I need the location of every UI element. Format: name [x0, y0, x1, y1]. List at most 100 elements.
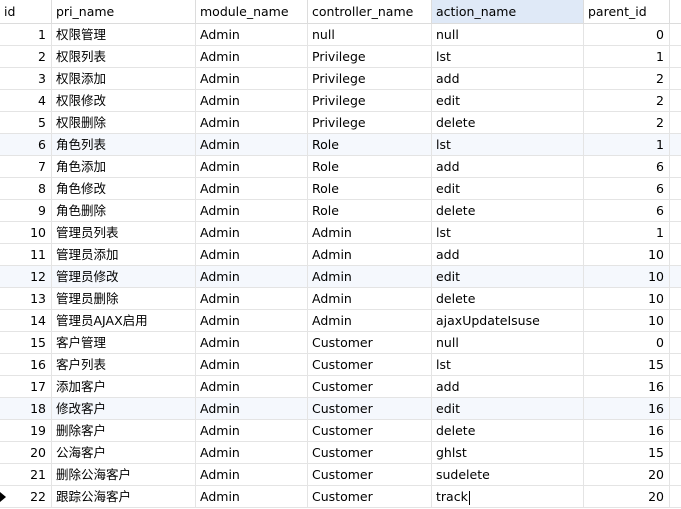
cell-edit-text[interactable]: track — [436, 489, 468, 504]
column-header-action-name[interactable]: action_name — [432, 0, 584, 23]
cell-parent-id[interactable]: 10 — [584, 288, 670, 309]
cell-parent-id[interactable]: 16 — [584, 376, 670, 397]
cell-action-name[interactable]: edit — [432, 90, 584, 111]
cell-action-name[interactable]: delete — [432, 288, 584, 309]
cell-pri-name[interactable]: 角色修改 — [52, 178, 196, 199]
cell-pri-name[interactable]: 权限添加 — [52, 68, 196, 89]
cell-module-name[interactable]: Admin — [196, 24, 308, 45]
cell-pri-name[interactable]: 管理员AJAX启用 — [52, 310, 196, 331]
cell-parent-id[interactable]: 15 — [584, 442, 670, 463]
cell-pri-name[interactable]: 公海客户 — [52, 442, 196, 463]
cell-id[interactable]: 16 — [0, 354, 52, 375]
cell-controller-name[interactable]: Admin — [308, 288, 432, 309]
table-row[interactable]: 16 客户列表 Admin Customer lst 15 — [0, 354, 681, 376]
cell-pri-name[interactable]: 角色添加 — [52, 156, 196, 177]
cell-action-name[interactable]: null — [432, 24, 584, 45]
cell-controller-name[interactable]: Customer — [308, 486, 432, 507]
cell-parent-id[interactable]: 16 — [584, 420, 670, 441]
cell-pri-name[interactable]: 权限删除 — [52, 112, 196, 133]
cell-id[interactable]: 19 — [0, 420, 52, 441]
cell-module-name[interactable]: Admin — [196, 332, 308, 353]
cell-module-name[interactable]: Admin — [196, 222, 308, 243]
cell-module-name[interactable]: Admin — [196, 156, 308, 177]
cell-controller-name[interactable]: Customer — [308, 420, 432, 441]
cell-parent-id[interactable]: 6 — [584, 178, 670, 199]
cell-module-name[interactable]: Admin — [196, 178, 308, 199]
cell-parent-id[interactable]: 10 — [584, 244, 670, 265]
cell-pri-name[interactable]: 权限修改 — [52, 90, 196, 111]
cell-id[interactable]: 14 — [0, 310, 52, 331]
table-row[interactable]: 19 删除客户 Admin Customer delete 16 — [0, 420, 681, 442]
cell-controller-name[interactable]: Customer — [308, 354, 432, 375]
cell-controller-name[interactable]: Customer — [308, 376, 432, 397]
column-header-id[interactable]: id — [0, 0, 52, 23]
cell-parent-id[interactable]: 10 — [584, 266, 670, 287]
cell-controller-name[interactable]: Privilege — [308, 46, 432, 67]
cell-action-name[interactable]: ghlst — [432, 442, 584, 463]
cell-action-name[interactable]: track — [432, 486, 584, 507]
cell-controller-name[interactable]: Role — [308, 178, 432, 199]
table-row[interactable]: 9 角色删除 Admin Role delete 6 — [0, 200, 681, 222]
cell-id[interactable]: 3 — [0, 68, 52, 89]
cell-pri-name[interactable]: 管理员删除 — [52, 288, 196, 309]
cell-module-name[interactable]: Admin — [196, 442, 308, 463]
cell-parent-id[interactable]: 6 — [584, 200, 670, 221]
cell-action-name[interactable]: edit — [432, 398, 584, 419]
cell-id[interactable]: 9 — [0, 200, 52, 221]
cell-controller-name[interactable]: Admin — [308, 244, 432, 265]
cell-pri-name[interactable]: 权限列表 — [52, 46, 196, 67]
cell-module-name[interactable]: Admin — [196, 266, 308, 287]
cell-pri-name[interactable]: 角色列表 — [52, 134, 196, 155]
cell-action-name[interactable]: ajaxUpdateIsuse — [432, 310, 584, 331]
cell-module-name[interactable]: Admin — [196, 486, 308, 507]
cell-action-name[interactable]: delete — [432, 200, 584, 221]
cell-id[interactable]: 5 — [0, 112, 52, 133]
cell-action-name[interactable]: sudelete — [432, 464, 584, 485]
cell-controller-name[interactable]: Admin — [308, 266, 432, 287]
cell-controller-name[interactable]: Admin — [308, 310, 432, 331]
cell-module-name[interactable]: Admin — [196, 398, 308, 419]
cell-module-name[interactable]: Admin — [196, 288, 308, 309]
cell-id[interactable]: 15 — [0, 332, 52, 353]
cell-action-name[interactable]: lst — [432, 46, 584, 67]
cell-controller-name[interactable]: Customer — [308, 442, 432, 463]
cell-parent-id[interactable]: 10 — [584, 310, 670, 331]
cell-pri-name[interactable]: 权限管理 — [52, 24, 196, 45]
cell-parent-id[interactable]: 16 — [584, 398, 670, 419]
cell-id[interactable]: 10 — [0, 222, 52, 243]
table-row[interactable]: 15 客户管理 Admin Customer null 0 — [0, 332, 681, 354]
cell-pri-name[interactable]: 客户管理 — [52, 332, 196, 353]
cell-parent-id[interactable]: 1 — [584, 222, 670, 243]
cell-action-name[interactable]: delete — [432, 420, 584, 441]
table-row[interactable]: 21 删除公海客户 Admin Customer sudelete 20 — [0, 464, 681, 486]
cell-action-name[interactable]: lst — [432, 354, 584, 375]
cell-action-name[interactable]: add — [432, 156, 584, 177]
cell-id[interactable]: 4 — [0, 90, 52, 111]
cell-controller-name[interactable]: Admin — [308, 222, 432, 243]
cell-parent-id[interactable]: 2 — [584, 112, 670, 133]
cell-module-name[interactable]: Admin — [196, 134, 308, 155]
cell-action-name[interactable]: null — [432, 332, 584, 353]
table-row[interactable]: 8 角色修改 Admin Role edit 6 — [0, 178, 681, 200]
cell-controller-name[interactable]: Privilege — [308, 68, 432, 89]
cell-action-name[interactable]: edit — [432, 178, 584, 199]
cell-pri-name[interactable]: 客户列表 — [52, 354, 196, 375]
cell-module-name[interactable]: Admin — [196, 376, 308, 397]
table-row[interactable]: 13 管理员删除 Admin Admin delete 10 — [0, 288, 681, 310]
cell-id[interactable]: 13 — [0, 288, 52, 309]
table-row[interactable]: 7 角色添加 Admin Role add 6 — [0, 156, 681, 178]
cell-module-name[interactable]: Admin — [196, 200, 308, 221]
cell-action-name[interactable]: lst — [432, 134, 584, 155]
cell-parent-id[interactable]: 20 — [584, 464, 670, 485]
cell-module-name[interactable]: Admin — [196, 244, 308, 265]
cell-parent-id[interactable]: 0 — [584, 24, 670, 45]
cell-pri-name[interactable]: 添加客户 — [52, 376, 196, 397]
cell-module-name[interactable]: Admin — [196, 112, 308, 133]
cell-id[interactable]: 8 — [0, 178, 52, 199]
cell-id[interactable]: 6 — [0, 134, 52, 155]
table-row[interactable]: 14 管理员AJAX启用 Admin Admin ajaxUpdateIsuse 10 — [0, 310, 681, 332]
cell-action-name[interactable]: lst — [432, 222, 584, 243]
table-row[interactable]: 10 管理员列表 Admin Admin lst 1 — [0, 222, 681, 244]
cell-controller-name[interactable]: Customer — [308, 332, 432, 353]
cell-module-name[interactable]: Admin — [196, 90, 308, 111]
